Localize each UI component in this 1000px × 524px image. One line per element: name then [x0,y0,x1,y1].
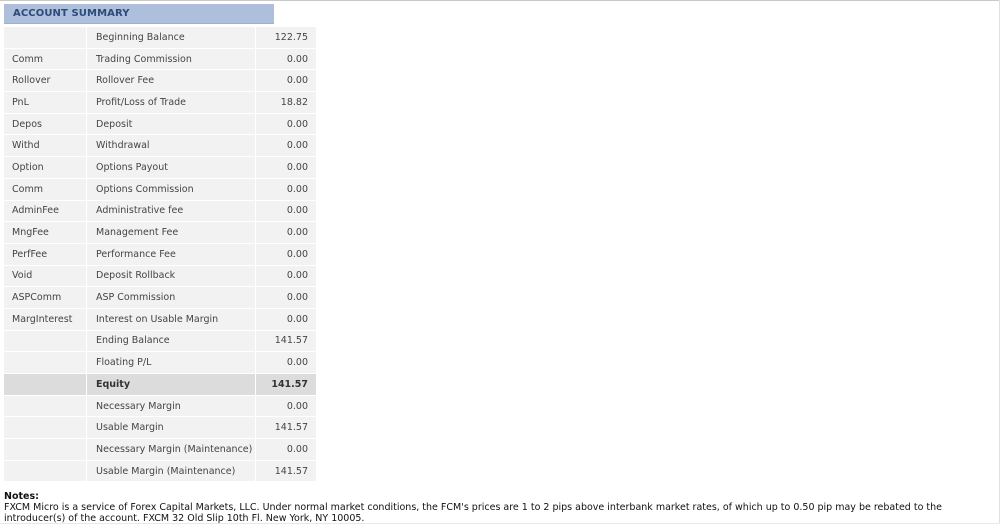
transaction-description: Deposit Rollback [86,265,256,288]
transaction-code: MargInterest [4,308,87,331]
transaction-amount: 141.57 [255,416,316,440]
transaction-description: Trading Commission [86,48,256,71]
transaction-amount: 141.57 [255,330,316,353]
transaction-description: Interest on Usable Margin [86,308,256,331]
transaction-amount: 0.00 [255,265,316,288]
transaction-amount: 0.00 [255,286,316,309]
transaction-description: Performance Fee [86,243,256,266]
table-row: ASPComm ASP Commission 0.00 [4,286,316,309]
transaction-amount: 0.00 [255,243,316,266]
table-row: Beginning Balance 122.75 [4,27,316,49]
transaction-description: ASP Commission [86,286,256,309]
transaction-code: PnL [4,91,87,114]
transaction-description: Withdrawal [86,134,256,158]
transaction-amount: 0.00 [255,69,316,93]
transaction-code [4,438,87,461]
transaction-amount: 0.00 [255,221,316,244]
transaction-amount: 0.00 [255,395,316,418]
transaction-description: Management Fee [86,221,256,244]
transaction-description: Rollover Fee [86,69,256,93]
transaction-code: ASPComm [4,286,87,309]
transaction-description: Profit/Loss of Trade [86,91,256,114]
transaction-code: Void [4,265,87,288]
table-row: Option Options Payout 0.00 [4,156,316,179]
transaction-amount: 0.00 [255,351,316,374]
transaction-description: Necessary Margin [86,395,256,418]
transaction-description: Equity [86,373,256,396]
transaction-amount: 0.00 [255,48,316,71]
account-summary-body: Beginning Balance 122.75 Comm Trading Commi… [4,27,316,483]
transaction-amount: 0.00 [255,134,316,158]
table-row: AdminFee Administrative fee 0.00 [4,200,316,223]
top-rule [0,0,1000,1]
transaction-code: Comm [4,178,87,201]
notes-section: Notes: FXCM Micro is a service of Forex … [4,491,996,524]
transaction-description: Options Commission [86,178,256,201]
notes-text: FXCM Micro is a service of Forex Capital… [4,502,943,524]
transaction-code: MngFee [4,221,87,244]
transaction-description: Usable Margin [86,416,256,440]
table-row: Floating P/L 0.00 [4,351,316,374]
table-row-equity: Equity 141.57 [4,373,316,396]
table-row: PnL Profit/Loss of Trade 18.82 [4,91,316,114]
account-summary-header: ACCOUNT SUMMARY [4,4,274,24]
transaction-amount: 0.00 [255,200,316,223]
notes-title: Notes: [4,491,39,502]
transaction-description: Usable Margin (Maintenance) [86,460,256,483]
table-row: Necessary Margin (Maintenance) 0.00 [4,438,316,461]
account-summary-table: Beginning Balance 122.75 Comm Trading Commi… [4,27,316,483]
table-row: MargInterest Interest on Usable Margin 0.0… [4,308,316,331]
transaction-amount: 141.57 [255,373,316,396]
table-row: Ending Balance 141.57 [4,330,316,353]
transaction-code [4,27,87,49]
transaction-amount: 141.57 [255,460,316,483]
table-row: Usable Margin 141.57 [4,416,316,440]
transaction-code: Withd [4,134,87,158]
transaction-amount: 0.00 [255,178,316,201]
transaction-amount: 18.82 [255,91,316,114]
transaction-amount: 0.00 [255,308,316,331]
transaction-code [4,395,87,418]
transaction-description: Beginning Balance [86,27,256,49]
transaction-description: Administrative fee [86,200,256,223]
table-row: Comm Options Commission 0.00 [4,178,316,201]
transaction-code: Rollover [4,69,87,93]
transaction-code [4,416,87,440]
transaction-code: AdminFee [4,200,87,223]
transaction-code [4,351,87,374]
table-row: MngFee Management Fee 0.00 [4,221,316,244]
table-row: Withd Withdrawal 0.00 [4,134,316,158]
transaction-code: PerfFee [4,243,87,266]
transaction-code: Comm [4,48,87,71]
table-row: Depos Deposit 0.00 [4,113,316,136]
table-row: Necessary Margin 0.00 [4,395,316,418]
table-row: Comm Trading Commission 0.00 [4,48,316,71]
transaction-description: Necessary Margin (Maintenance) [86,438,256,461]
table-row: Rollover Rollover Fee 0.00 [4,69,316,93]
transaction-code [4,330,87,353]
transaction-code: Option [4,156,87,179]
transaction-description: Options Payout [86,156,256,179]
transaction-code [4,460,87,483]
table-row: PerfFee Performance Fee 0.00 [4,243,316,266]
table-row: Void Deposit Rollback 0.00 [4,265,316,288]
transaction-description: Floating P/L [86,351,256,374]
transaction-amount: 122.75 [255,27,316,49]
transaction-amount: 0.00 [255,156,316,179]
transaction-code: Depos [4,113,87,136]
transaction-description: Ending Balance [86,330,256,353]
table-row: Usable Margin (Maintenance) 141.57 [4,460,316,483]
transaction-description: Deposit [86,113,256,136]
transaction-code [4,373,87,396]
transaction-amount: 0.00 [255,113,316,136]
transaction-amount: 0.00 [255,438,316,461]
